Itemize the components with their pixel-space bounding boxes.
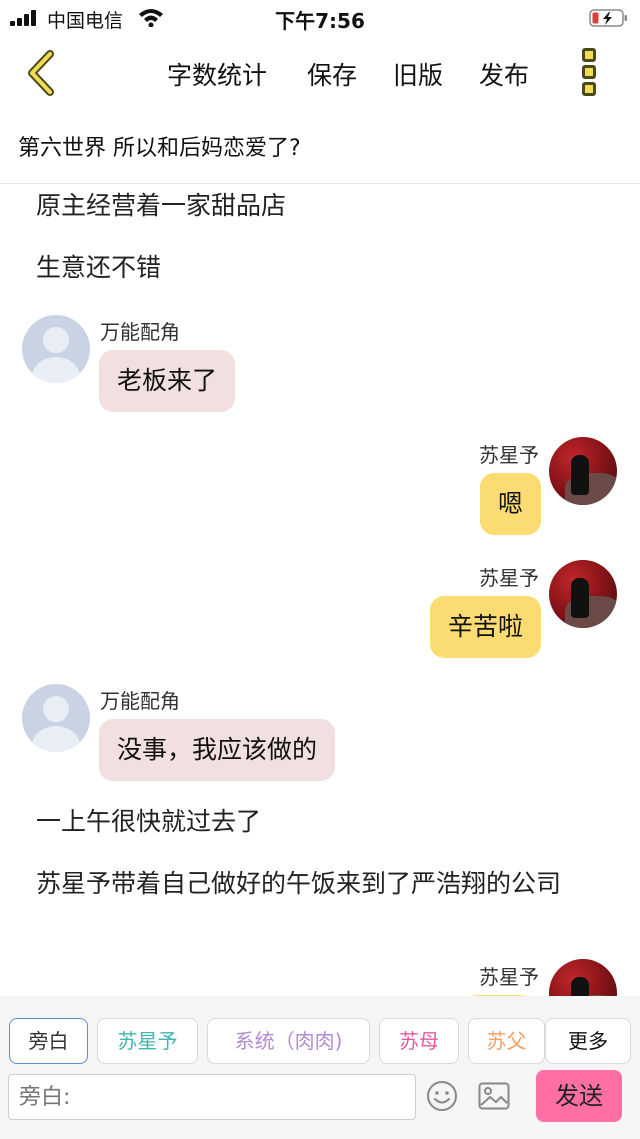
more-roles-button[interactable]: 更多 xyxy=(545,1018,631,1064)
role-chip-system[interactable]: 系统（肉肉) xyxy=(207,1018,370,1064)
more-menu-icon[interactable] xyxy=(576,46,602,98)
avatar[interactable] xyxy=(22,315,90,383)
avatar[interactable] xyxy=(549,560,617,628)
role-chip-su-xingyu[interactable]: 苏星予 xyxy=(97,1018,198,1064)
speaker-name: 苏星予 xyxy=(479,443,539,467)
image-icon[interactable] xyxy=(478,1082,510,1110)
speaker-name: 万能配角 xyxy=(100,320,180,344)
avatar[interactable] xyxy=(22,684,90,752)
narration-line: 原主经营着一家甜品店 xyxy=(36,191,287,220)
chapter-title: 第六世界 所以和后妈恋爱了? xyxy=(18,136,301,161)
narration-line: 苏星予带着自己做好的午饭来到了严浩翔的公司 xyxy=(36,869,562,898)
role-chip-su-mother[interactable]: 苏母 xyxy=(379,1018,459,1064)
top-nav: 字数统计 保存 旧版 发布 xyxy=(0,36,640,108)
status-bar: 中国电信 下午7:56 xyxy=(0,0,640,36)
save-button[interactable]: 保存 xyxy=(307,56,357,92)
message-bubble[interactable]: 嗯 xyxy=(479,473,541,535)
message-bubble[interactable]: 老板来了 xyxy=(99,350,236,412)
composer-bar: 旁白 苏星予 系统（肉肉) 苏母 苏父 更多 发送 xyxy=(0,996,640,1139)
old-version-button[interactable]: 旧版 xyxy=(393,56,443,92)
role-chip-narrator[interactable]: 旁白 xyxy=(9,1018,88,1064)
speaker-name: 苏星予 xyxy=(479,965,539,989)
narration-line: 生意还不错 xyxy=(36,253,162,282)
emoji-icon[interactable] xyxy=(426,1080,458,1112)
speaker-name: 苏星予 xyxy=(479,566,539,590)
status-time: 下午7:56 xyxy=(275,9,365,33)
send-button[interactable]: 发送 xyxy=(536,1070,622,1122)
message-bubble[interactable]: 辛苦啦 xyxy=(429,596,541,658)
back-chevron-icon[interactable] xyxy=(24,50,58,96)
publish-button[interactable]: 发布 xyxy=(479,56,529,92)
narration-line: 一上午很快就过去了 xyxy=(36,807,262,836)
message-bubble[interactable]: 没事，我应该做的 xyxy=(99,719,336,781)
chat-content[interactable]: 原主经营着一家甜品店 生意还不错 万能配角 老板来了 苏星予 嗯 苏星予 辛苦啦… xyxy=(0,184,640,996)
role-chip-su-father[interactable]: 苏父 xyxy=(468,1018,545,1064)
word-count-button[interactable]: 字数统计 xyxy=(167,56,267,92)
speaker-name: 万能配角 xyxy=(100,689,180,713)
avatar[interactable] xyxy=(549,959,617,996)
battery-icon xyxy=(589,9,627,27)
avatar[interactable] xyxy=(549,437,617,505)
message-input[interactable] xyxy=(8,1074,416,1120)
